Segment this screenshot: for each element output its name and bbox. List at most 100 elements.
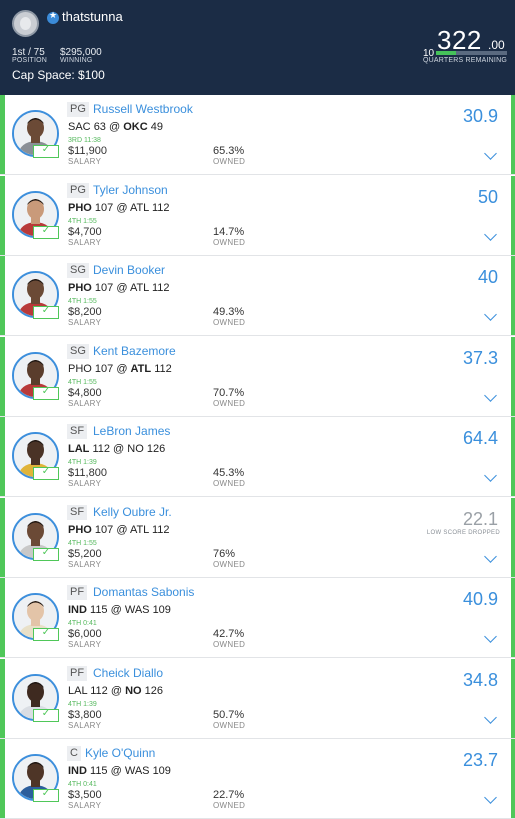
chevron-down-icon[interactable] [484, 710, 497, 724]
player-row[interactable]: ✓ SF Kelly Oubre Jr. PHO 107 @ ATL 112 4… [0, 497, 515, 578]
quarters-progress-fill [436, 51, 456, 55]
position-badge: PF [67, 585, 88, 600]
team-1: PHO [68, 362, 92, 375]
player-name[interactable]: Cheick Diallo [93, 666, 163, 681]
position-badge: C [67, 746, 81, 761]
cap-space: Cap Space: $100 [12, 68, 105, 82]
team-1-score: 107 [94, 282, 114, 294]
checkmark-icon: ✓ [33, 305, 59, 319]
player-row[interactable]: ✓ SG Kent Bazemore PHO 107 @ ATL 112 4TH… [0, 336, 515, 417]
star-icon: ★ [47, 11, 59, 24]
owned-value: 65.3% [213, 145, 245, 157]
team-2: NO [127, 443, 144, 455]
live-indicator-right [511, 658, 515, 738]
player-row[interactable]: ✓ SG Devin Booker PHO 107 @ ATL 112 4TH … [0, 256, 515, 336]
team-2-score: 112 [151, 523, 170, 536]
live-indicator-left [0, 175, 5, 255]
player-row[interactable]: ✓ PF Domantas Sabonis IND 115 @ WAS 109 … [0, 578, 515, 658]
team-1: SAC [68, 121, 91, 133]
player-name[interactable]: Devin Booker [93, 263, 165, 278]
owned-label: OWNED [213, 479, 246, 488]
game-clock: 4TH 1:39 [68, 700, 97, 708]
chevron-down-icon[interactable] [484, 388, 497, 402]
game-clock: 3RD 11:38 [68, 137, 101, 144]
live-indicator-right [511, 336, 515, 416]
owned-label: OWNED [213, 237, 246, 247]
position-badge: SF [67, 504, 88, 520]
game-score: PHO 107 @ ATL 112 [68, 201, 170, 214]
chevron-down-icon[interactable] [484, 469, 497, 482]
salary-label: SALARY [68, 237, 102, 247]
team-1-score: 63 [93, 121, 106, 133]
live-indicator-left [0, 578, 5, 657]
owned-value: 49.3% [213, 306, 245, 318]
player-row[interactable]: ✓ C Kyle O'Quinn IND 115 @ WAS 109 4TH 0… [0, 739, 515, 819]
player-name[interactable]: Kent Bazemore [93, 344, 176, 359]
salary-value: $11,900 [68, 145, 107, 157]
game-clock: 4TH 1:55 [68, 378, 97, 386]
game-score: PHO 107 @ ATL 112 [68, 523, 170, 536]
owned-label: OWNED [213, 318, 246, 327]
username[interactable]: thatstunna [62, 9, 123, 24]
team-2-score: 112 [151, 201, 170, 214]
live-indicator-right [511, 497, 515, 577]
live-indicator-left [0, 417, 5, 496]
live-indicator-left [0, 497, 5, 577]
salary-value: $3,800 [68, 708, 102, 721]
fantasy-points: 22.1 [462, 508, 498, 529]
salary-label: SALARY [68, 479, 102, 488]
owned-label: OWNED [213, 559, 246, 569]
player-row[interactable]: ✓ SF LeBron James LAL 112 @ NO 126 4TH 1… [0, 417, 515, 497]
owned-label: OWNED [213, 720, 246, 730]
player-row[interactable]: ✓ PF Cheick Diallo LAL 112 @ NO 126 4TH … [0, 658, 515, 739]
fantasy-points: 64.4 [462, 428, 498, 448]
owned-value: 22.7% [213, 789, 245, 801]
user-avatar[interactable] [12, 10, 39, 37]
chevron-down-icon[interactable] [484, 549, 497, 563]
fantasy-points: 30.9 [462, 106, 498, 126]
chevron-down-icon[interactable] [484, 308, 497, 321]
quarters-label: QUARTERS REMAINING [423, 57, 507, 64]
owned-label: OWNED [213, 157, 246, 166]
team-2-score: 126 [144, 684, 163, 697]
team-2-score: 109 [152, 765, 171, 777]
team-1-score: 112 [92, 443, 110, 455]
team-1: PHO [68, 523, 92, 536]
salary-label: SALARY [68, 398, 102, 408]
salary-label: SALARY [68, 801, 102, 810]
checkmark-icon: ✓ [33, 708, 59, 722]
player-name[interactable]: Kelly Oubre Jr. [93, 505, 172, 520]
live-indicator-left [0, 739, 5, 818]
live-indicator-left [0, 658, 5, 738]
game-clock: 4TH 0:41 [68, 781, 97, 788]
player-row[interactable]: ✓ PG Tyler Johnson PHO 107 @ ATL 112 4TH… [0, 175, 515, 256]
player-name[interactable]: Domantas Sabonis [93, 585, 194, 600]
team-2: WAS [124, 765, 150, 777]
chevron-down-icon[interactable] [484, 227, 497, 241]
player-name[interactable]: Tyler Johnson [93, 183, 168, 198]
player-name[interactable]: Kyle O'Quinn [85, 746, 155, 761]
game-clock: 4TH 0:41 [68, 620, 97, 627]
game-score: IND 115 @ WAS 109 [68, 765, 171, 777]
chevron-down-icon[interactable] [484, 791, 497, 804]
salary-value: $3,500 [68, 789, 102, 801]
game-clock: 4TH 1:55 [68, 217, 97, 225]
game-score: LAL 112 @ NO 126 [68, 684, 163, 697]
chevron-down-icon[interactable] [484, 630, 497, 643]
team-1: LAL [68, 684, 88, 697]
player-name[interactable]: Russell Westbrook [93, 102, 193, 117]
checkmark-icon: ✓ [33, 144, 59, 158]
live-indicator-left [0, 336, 5, 416]
position-badge: PF [67, 665, 88, 681]
team-1-score: 107 [94, 362, 114, 375]
game-score: PHO 107 @ ATL 112 [68, 362, 172, 375]
live-indicator-right [511, 578, 515, 657]
player-row[interactable]: ✓ PG Russell Westbrook SAC 63 @ OKC 49 3… [0, 95, 515, 175]
team-1-score: 115 [90, 765, 108, 777]
chevron-down-icon[interactable] [484, 147, 497, 160]
player-name[interactable]: LeBron James [93, 424, 170, 439]
salary-label: SALARY [68, 640, 102, 649]
salary-label: SALARY [68, 318, 102, 327]
team-2: NO [125, 684, 142, 697]
team-2: ATL [129, 282, 149, 294]
